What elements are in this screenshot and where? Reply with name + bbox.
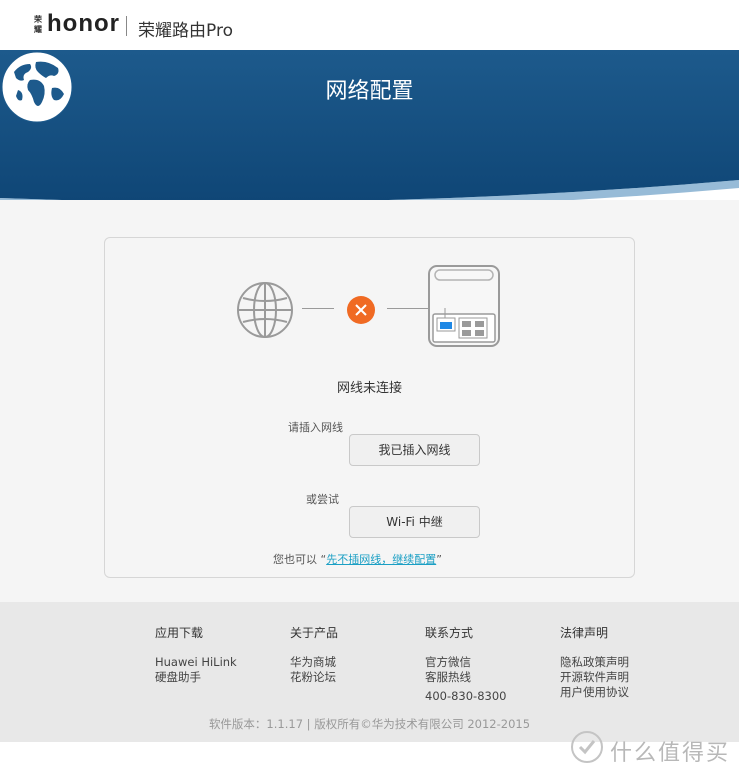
wifi-relay-button[interactable]: Wi-Fi 中继 (349, 506, 480, 538)
connection-line-left (302, 308, 334, 309)
hero-banner: 网络配置 (0, 50, 739, 210)
footer-link-forum[interactable]: 花粉论坛 (290, 670, 338, 685)
globe-icon (1, 51, 73, 123)
footer-link-hilink[interactable]: Huawei HiLink (155, 655, 237, 670)
footer-link-hotline[interactable]: 客服热线 (425, 670, 506, 685)
footer-link-wechat[interactable]: 官方微信 (425, 655, 506, 670)
footer-heading: 法律声明 (560, 626, 609, 640)
page-title: 网络配置 (325, 79, 414, 104)
honor-logo-text: honor (47, 10, 120, 37)
footer-link-user-agreement[interactable]: 用户使用协议 (560, 685, 629, 700)
watermark-logo-icon (571, 731, 603, 763)
footer-column-legal: 法律声明 隐私政策声明 开源软件声明 用户使用协议 (560, 624, 629, 700)
internet-icon (237, 282, 293, 338)
footer-link-disk-helper[interactable]: 硬盘助手 (155, 670, 237, 685)
skip-cable-row: 您也可以 “先不插网线，继续配置” (273, 551, 442, 567)
footer-heading: 联系方式 (425, 626, 474, 640)
skip-cable-prefix: 您也可以 “ (273, 553, 327, 566)
footer-link-open-source[interactable]: 开源软件声明 (560, 670, 629, 685)
footer-column-downloads: 应用下载 Huawei HiLink 硬盘助手 (155, 624, 237, 685)
watermark: 什么值得买 (570, 730, 739, 770)
cable-plugged-button[interactable]: 我已插入网线 (349, 434, 480, 466)
disconnected-icon (347, 296, 375, 324)
honor-logo[interactable]: honor (47, 10, 120, 38)
try-prompt: 或尝试 (306, 493, 339, 506)
plug-prompt: 请插入网线 (288, 421, 343, 434)
product-name: 荣耀路由Pro (138, 21, 233, 41)
router-icon (428, 265, 500, 347)
header-divider (126, 16, 127, 36)
footer-phone-number: 400-830-8300 (425, 689, 507, 703)
top-bar: 荣耀 honor 荣耀路由Pro (0, 0, 739, 50)
footer-heading: 应用下载 (155, 626, 204, 640)
connection-status: 网线未连接 (336, 381, 402, 396)
footer: 应用下载 Huawei HiLink 硬盘助手 关于产品 华为商城 花粉论坛 联… (0, 602, 739, 742)
footer-column-about: 关于产品 华为商城 花粉论坛 (290, 624, 338, 685)
footer-heading: 关于产品 (290, 626, 339, 640)
skip-cable-suffix: ” (436, 553, 442, 566)
watermark-text: 什么值得买 (610, 741, 731, 766)
brand-mark: 荣耀 (34, 15, 42, 34)
skip-cable-link[interactable]: 先不插网线，继续配置 (326, 553, 436, 566)
footer-column-contact: 联系方式 官方微信 客服热线 400-830-8300 (425, 624, 506, 704)
footer-link-privacy[interactable]: 隐私政策声明 (560, 655, 629, 670)
footer-link-vmall[interactable]: 华为商城 (290, 655, 338, 670)
